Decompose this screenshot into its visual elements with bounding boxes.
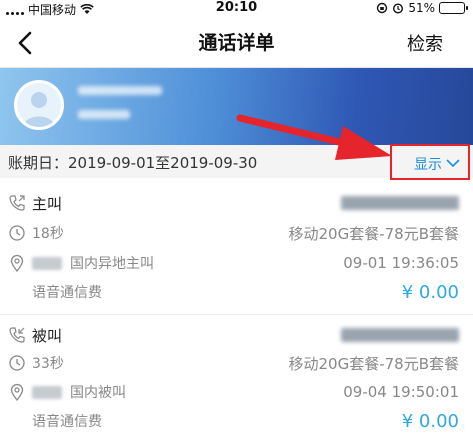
nav-bar: 通话详单 检索 — [0, 18, 473, 68]
call-record[interactable]: 主叫 18秒 移动20G套餐-78元B套餐 国内异地主叫 09-01 19:36… — [0, 181, 473, 315]
rotation-lock-icon — [377, 2, 388, 14]
clock-icon — [9, 225, 25, 241]
plan-name: 移动20G套餐-78元B套餐 — [288, 224, 459, 243]
chevron-down-icon — [446, 159, 460, 168]
fee-amount: ¥ 0.00 — [401, 410, 459, 432]
clock-icon — [9, 355, 25, 371]
phone-icon — [9, 195, 25, 211]
plan-name: 移动20G套餐-78元B套餐 — [288, 354, 459, 373]
search-button[interactable]: 检索 — [407, 30, 443, 56]
call-datetime: 09-04 19:50:01 — [343, 383, 459, 401]
battery-icon — [439, 2, 468, 14]
fee-type: 语音通信费 — [32, 414, 102, 430]
alarm-icon — [393, 3, 404, 14]
call-datetime: 09-01 19:36:05 — [343, 254, 459, 272]
call-direction: 主叫 — [32, 194, 63, 213]
location-pin-icon — [10, 383, 24, 401]
phone-incoming-icon — [9, 327, 25, 343]
call-type: 国内异地主叫 — [70, 256, 154, 272]
call-duration: 33秒 — [32, 356, 64, 372]
battery-percent: 51% — [408, 1, 435, 15]
blurred-phone — [78, 86, 162, 95]
fee-amount: ¥ 0.00 — [401, 281, 459, 303]
call-duration: 18秒 — [32, 226, 64, 242]
blurred-number — [341, 196, 459, 210]
avatar — [14, 80, 64, 130]
record-divider — [0, 314, 473, 315]
call-record[interactable]: 被叫 33秒 移动20G套餐-78元B套餐 国内被叫 09-04 19:50:0… — [0, 316, 473, 445]
location-pin-icon — [10, 254, 24, 272]
blurred-location — [32, 256, 62, 270]
profile-banner — [0, 68, 473, 145]
blurred-name — [78, 110, 130, 119]
fee-type: 语音通信费 — [32, 285, 102, 301]
user-icon — [23, 92, 55, 127]
page-title: 通话详单 — [198, 32, 275, 54]
blurred-location — [32, 385, 62, 399]
show-dropdown-button[interactable]: 显示 — [390, 144, 470, 180]
blurred-number — [341, 328, 459, 342]
status-right: 51% — [376, 1, 468, 15]
call-type: 国内被叫 — [70, 385, 126, 401]
billing-period: 账期日：2019-09-01至2019-09-30 — [8, 154, 258, 172]
status-bar: 中国移动 20:10 51% — [0, 0, 473, 18]
call-direction: 被叫 — [32, 326, 63, 345]
show-label: 显示 — [414, 157, 442, 173]
